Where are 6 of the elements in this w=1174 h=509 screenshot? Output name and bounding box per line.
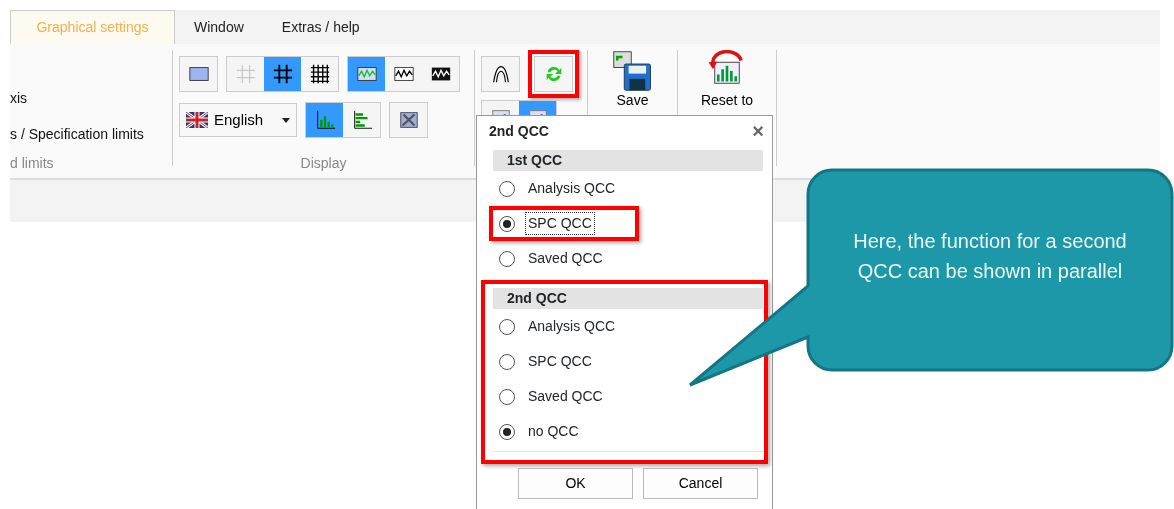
group-label: d limits	[10, 154, 55, 173]
section-heading: 1st QCC	[493, 150, 763, 171]
section-heading: 2nd QCC	[493, 288, 763, 309]
callout-text: Here, the function for a second QCC can be shown in parallel	[852, 229, 1128, 284]
group-label: Display	[299, 154, 348, 173]
dialog-title: 2nd QCC	[489, 121, 549, 141]
